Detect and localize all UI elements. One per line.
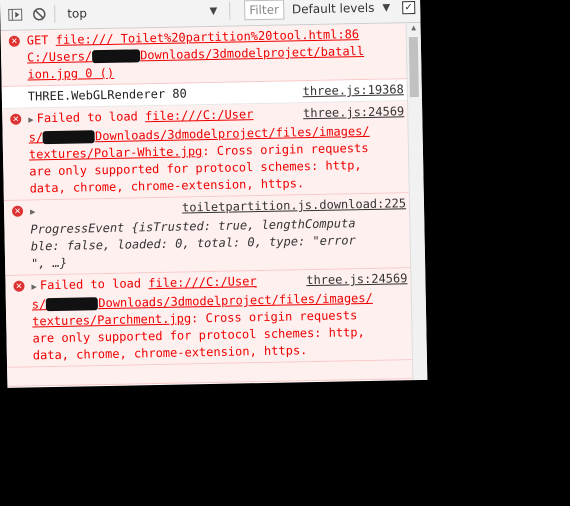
scroll-up-arrow-icon[interactable]: ▲ [407, 23, 421, 35]
source-link[interactable]: Toilet%20partition%20tool.html:86 [113, 27, 360, 46]
error-prefix: Failed to load [36, 109, 146, 126]
file-link[interactable]: file:///C:/User [145, 107, 254, 123]
scrollbar-thumb[interactable] [408, 36, 419, 98]
redacted-username [46, 297, 99, 312]
file-link[interactable]: file:///C:/User [148, 274, 257, 290]
object-preview: ble: false, loaded: 0, total: 0, type: "… [30, 233, 356, 254]
console-error-message: ✕ three.js:24569 ▶ Failed to load file://… [2, 101, 410, 201]
source-link[interactable]: three.js:24569 [297, 103, 404, 122]
toolbar-divider [229, 1, 231, 20]
expand-triangle-icon[interactable]: ▶ [31, 282, 37, 292]
source-link[interactable]: toiletpartition.js.download:225 [176, 195, 406, 216]
error-text: are only supported for protocol schemes:… [32, 325, 365, 346]
filter-input[interactable]: Filter [244, 0, 285, 21]
log-levels-label: Default levels [291, 0, 375, 17]
error-icon: ✕ [10, 113, 22, 125]
log-levels-dropdown[interactable]: Default levels ▼ [292, 1, 390, 17]
console-error-message: ✕ GET file:/// Toilet%20partition%20tool… [0, 23, 408, 87]
redacted-username [42, 130, 96, 145]
context-label: top [67, 6, 88, 21]
expand-triangle-icon[interactable]: ▶ [30, 207, 36, 217]
error-text: are only supported for protocol schemes:… [29, 158, 362, 179]
context-selector[interactable]: top ▼ [61, 4, 223, 21]
console-error-message: ✕ ▶ toiletpartition.js.download:225 Prog… [3, 193, 412, 276]
console-messages: ✕ GET file:/// Toilet%20partition%20tool… [0, 23, 414, 388]
error-icon: ✕ [8, 35, 20, 47]
devtools-console-panel: top ▼ Filter Default levels ▼ ✓ ✕ GET fi… [0, 0, 428, 388]
log-text: THREE.WebGLRenderer 80 [27, 86, 187, 104]
checkbox-checked-icon[interactable]: ✓ [401, 0, 416, 14]
error-text: data, chrome, chrome-extension, https. [32, 343, 308, 363]
chevron-down-icon: ▼ [382, 2, 391, 14]
source-link[interactable]: three.js:19368 [296, 81, 404, 100]
file-link[interactable]: file:/// [56, 32, 114, 47]
error-text: : Cross origin requests [202, 140, 369, 159]
redacted-username [92, 49, 141, 64]
object-preview: ", …} [30, 255, 68, 271]
expand-triangle-icon[interactable]: ▶ [28, 115, 34, 125]
source-link[interactable]: three.js:24569 [300, 270, 407, 289]
error-text: data, chrome, chrome-extension, https. [29, 176, 305, 196]
sidebar-toggle-icon[interactable] [6, 6, 24, 24]
error-icon: ✕ [11, 205, 24, 217]
error-icon: ✕ [13, 280, 25, 292]
console-error-message: ✕ three.js:24569 ▶ Failed to load file://… [5, 268, 413, 368]
path-link[interactable]: C:/Users/Downloads/3dmodelproject/batall [27, 44, 364, 64]
error-text: : Cross origin requests [190, 308, 358, 326]
request-method: GET [26, 32, 56, 48]
toolbar-divider [54, 4, 56, 23]
chevron-down-icon: ▼ [209, 5, 218, 17]
clear-console-icon[interactable] [30, 5, 48, 23]
error-prefix: Failed to load [39, 276, 149, 293]
file-link[interactable]: textures/Parchment.jpg [32, 311, 191, 328]
path-link[interactable]: ion.jpg 0 () [27, 66, 114, 82]
file-link[interactable]: textures/Polar-White.jpg [29, 144, 203, 161]
